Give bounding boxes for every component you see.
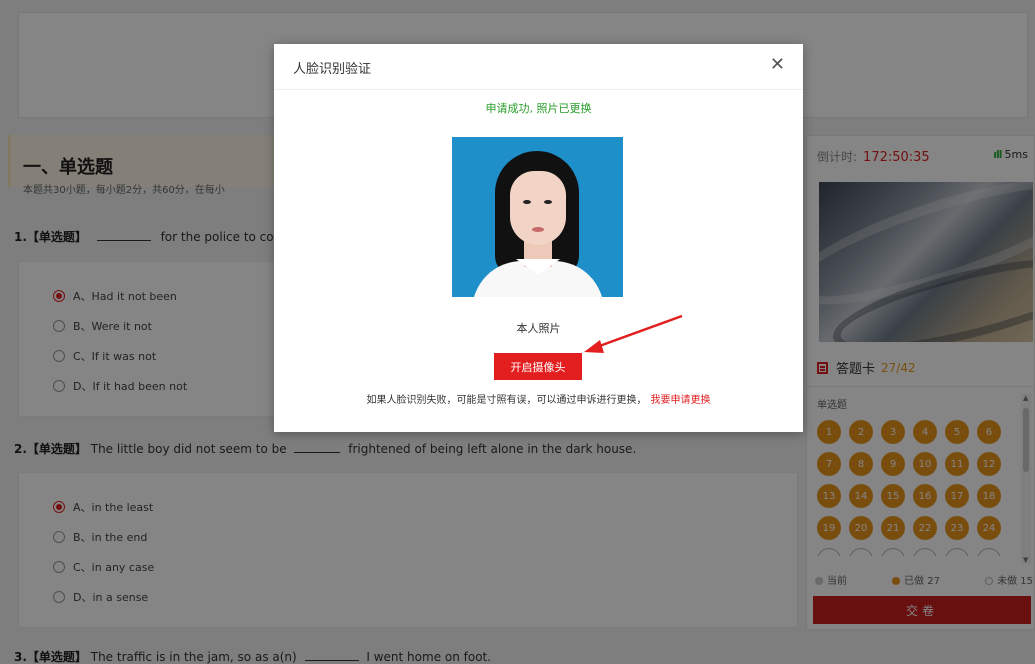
photo-lips <box>532 227 544 232</box>
success-message: 申请成功, 照片已更换 <box>485 102 592 115</box>
photo-eye <box>523 200 531 204</box>
dialog-header: 人脸识别验证 ✕ <box>274 44 803 90</box>
photo-face <box>510 171 566 245</box>
footnote-text: 如果人脸识别失败，可能是寸照有误，可以通过申诉进行更换， <box>366 395 647 406</box>
id-photo <box>452 137 623 297</box>
dialog-footnote: 如果人脸识别失败，可能是寸照有误，可以通过申诉进行更换， 我要申请更换 <box>274 391 803 406</box>
open-camera-button[interactable]: 开启摄像头 <box>494 353 582 380</box>
dialog-title: 人脸识别验证 <box>293 62 372 77</box>
photo-caption: 本人照片 <box>516 322 561 335</box>
photo-collar <box>516 259 538 275</box>
photo-collar <box>538 259 560 275</box>
close-icon[interactable]: ✕ <box>770 54 785 75</box>
appeal-replace-link[interactable]: 我要申请更换 <box>651 395 711 406</box>
photo-eye <box>544 200 552 204</box>
face-verification-dialog: 人脸识别验证 ✕ 申请成功, 照片已更换 本人照片 开启摄像头 如果人脸识别失败… <box>274 44 803 432</box>
